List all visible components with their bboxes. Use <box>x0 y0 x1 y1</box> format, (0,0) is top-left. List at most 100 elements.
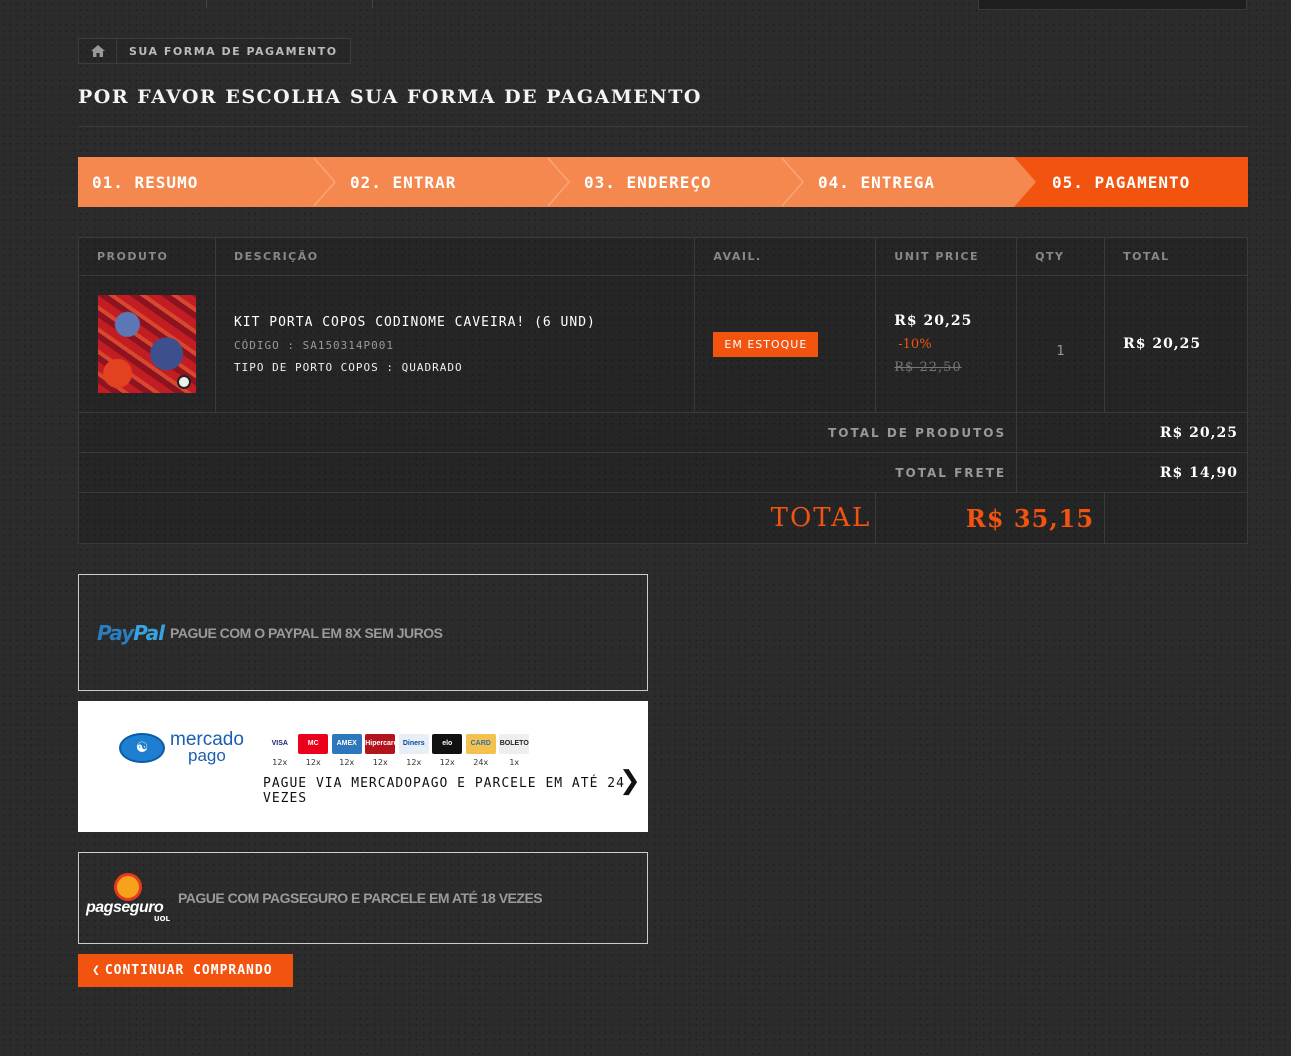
shipping-total-value: R$ 14,90 <box>1016 452 1248 493</box>
card-brand-item: CARD 24x <box>464 734 498 767</box>
chevron-left-icon: ❮ <box>92 963 101 978</box>
card-installments: 1x <box>509 758 520 767</box>
page-title: Por favor escolha sua forma de pagamento <box>78 86 702 108</box>
step-entrar[interactable]: 02. Entrar <box>312 157 570 207</box>
chevron-right-icon: ❯ <box>619 766 641 796</box>
table-row: KIT PORTA COPOS CODINOME CAVEIRA! (6 UND… <box>78 275 1248 413</box>
product-code: CÓDIGO : SA150314P001 <box>233 338 395 352</box>
title-divider <box>78 126 1248 127</box>
column-header-qty: Qty <box>1016 237 1106 276</box>
step-label: 04. Entrega <box>818 172 935 192</box>
card-brand-icon: elo <box>432 734 463 754</box>
card-installments: 12x <box>272 758 288 767</box>
empty-cell <box>1104 492 1248 544</box>
step-label: 02. Entrar <box>350 172 457 192</box>
step-arrow <box>546 157 568 207</box>
handshake-icon: ☯ <box>119 733 165 763</box>
checkout-steps: 01. Resumo 02. Entrar 03. Endereço 04. E… <box>78 157 1248 207</box>
pagseguro-emblem-icon <box>114 873 142 901</box>
pagseguro-logo: pagseguro UOL <box>86 873 170 923</box>
card-brand-icon: Hipercard <box>365 734 398 754</box>
mercadopago-wordmark-line2: pago <box>188 746 226 765</box>
card-installments: 12x <box>372 758 388 767</box>
step-label: 03. Endereço <box>584 172 712 192</box>
grand-total-label: TOTAL <box>77 492 877 544</box>
mercadopago-option-text: PAGUE VIA MERCADOPAGO E PARCELE EM ATÉ 2… <box>263 776 625 806</box>
paypal-payment-option[interactable]: PayPal Pague com o PayPal em 8x sem juro… <box>78 574 648 691</box>
product-name-link[interactable]: KIT PORTA COPOS CODINOME CAVEIRA! (6 UND… <box>234 315 694 330</box>
continue-shopping-label: Continuar comprando <box>104 963 273 978</box>
card-brand-item: Diners 12x <box>397 734 431 767</box>
unit-price: R$ 20,25 <box>894 313 973 329</box>
products-total-value: R$ 20,25 <box>1016 412 1248 453</box>
breadcrumb: Sua forma de pagamento <box>78 38 351 64</box>
step-arrow <box>780 157 802 207</box>
card-brand-item: MC 12x <box>297 734 331 767</box>
card-brand-item: Hipercard 12x <box>364 734 398 767</box>
shipping-total-label: TOTAL FRETE <box>77 452 1018 493</box>
mercadopago-payment-option[interactable]: ☯ mercado pago VISA 12x MC 12x AMEX 12x Hiperc… <box>78 701 648 832</box>
column-header-product: Produto <box>78 237 216 276</box>
top-divider <box>206 0 207 8</box>
top-search-box[interactable] <box>978 0 1247 10</box>
card-installments: 12x <box>305 758 321 767</box>
card-brand-icon: BOLETO <box>499 734 530 754</box>
card-installments: 12x <box>406 758 422 767</box>
status-badge: EM ESTOQUE <box>713 331 819 357</box>
breadcrumb-current: Sua forma de pagamento <box>129 44 338 58</box>
column-header-description: Descrição <box>214 237 696 276</box>
column-header-availability: Avail. <box>694 237 877 276</box>
card-installments: 12x <box>339 758 355 767</box>
paypal-logo: PayPal <box>97 620 165 645</box>
product-thumbnail[interactable] <box>98 295 196 393</box>
paypal-option-text: Pague com o PayPal em 8x sem juros <box>170 624 443 641</box>
products-total-row: TOTAL DE PRODUTOS R$ 20,25 <box>77 412 1248 453</box>
step-arrow <box>1014 157 1036 207</box>
step-arrow <box>312 157 334 207</box>
top-divider <box>372 0 373 8</box>
column-header-unit-price: Unit price <box>875 237 1018 276</box>
cart-summary-table: Produto Descrição Avail. Unit price Qty … <box>77 237 1248 544</box>
line-total: R$ 20,25 <box>1104 275 1248 413</box>
card-brand-item: elo 12x <box>431 734 465 767</box>
continue-shopping-button[interactable]: ❮ Continuar comprando <box>78 954 293 987</box>
step-pagamento: 05. Pagamento <box>1014 157 1248 207</box>
pagseguro-wordmark: pagseguro <box>86 899 164 916</box>
column-header-total: Total <box>1104 237 1248 276</box>
card-installments: 24x <box>473 758 489 767</box>
uol-mark: UOL <box>153 915 170 923</box>
skull-icon <box>177 375 191 389</box>
card-brand-icon: AMEX <box>331 734 362 754</box>
products-total-label: TOTAL DE PRODUTOS <box>77 412 1018 453</box>
step-label: 01. Resumo <box>92 172 199 192</box>
paypal-logo-pal: Pal <box>133 620 165 645</box>
card-brand-icon: VISA <box>264 734 295 754</box>
card-brand-icon: Diners <box>398 734 429 754</box>
step-endereco[interactable]: 03. Endereço <box>546 157 804 207</box>
card-brand-item: AMEX 12x <box>330 734 364 767</box>
paypal-logo-pay: Pay <box>97 620 134 645</box>
pagseguro-option-text: Pague com PagSeguro e parcele em até 18 … <box>178 890 543 906</box>
card-brands: VISA 12x MC 12x AMEX 12x Hipercard 12x Diners 12x… <box>263 734 531 767</box>
product-image-cell <box>78 275 216 413</box>
step-resumo[interactable]: 01. Resumo <box>78 157 336 207</box>
unit-price-cell: R$ 20,25 -10% R$ 22,50 <box>875 275 1018 413</box>
card-installments: 12x <box>439 758 455 767</box>
card-brand-item: BOLETO 1x <box>498 734 532 767</box>
grand-total-value: R$ 35,15 <box>875 492 1106 544</box>
card-brand-icon: CARD <box>465 734 496 754</box>
card-brand-icon: MC <box>298 734 329 754</box>
quantity-value: 1 <box>1016 275 1106 413</box>
step-entrega[interactable]: 04. Entrega <box>780 157 1038 207</box>
step-label: 05. Pagamento <box>1052 172 1191 192</box>
table-header-row: Produto Descrição Avail. Unit price Qty … <box>78 237 1248 276</box>
top-bar <box>0 0 1291 10</box>
product-attribute: TIPO DE PORTO COPOS : QUADRADO <box>233 360 463 374</box>
shipping-total-row: TOTAL FRETE R$ 14,90 <box>77 452 1248 493</box>
pagseguro-payment-option[interactable]: pagseguro UOL Pague com PagSeguro e parc… <box>78 852 648 944</box>
breadcrumb-home-link[interactable] <box>79 39 117 63</box>
old-price: R$ 22,50 <box>894 360 962 375</box>
product-description-cell: KIT PORTA COPOS CODINOME CAVEIRA! (6 UND… <box>214 275 696 413</box>
mercadopago-wordmark: mercado pago <box>170 730 244 765</box>
discount-percent: -10% <box>898 337 932 352</box>
